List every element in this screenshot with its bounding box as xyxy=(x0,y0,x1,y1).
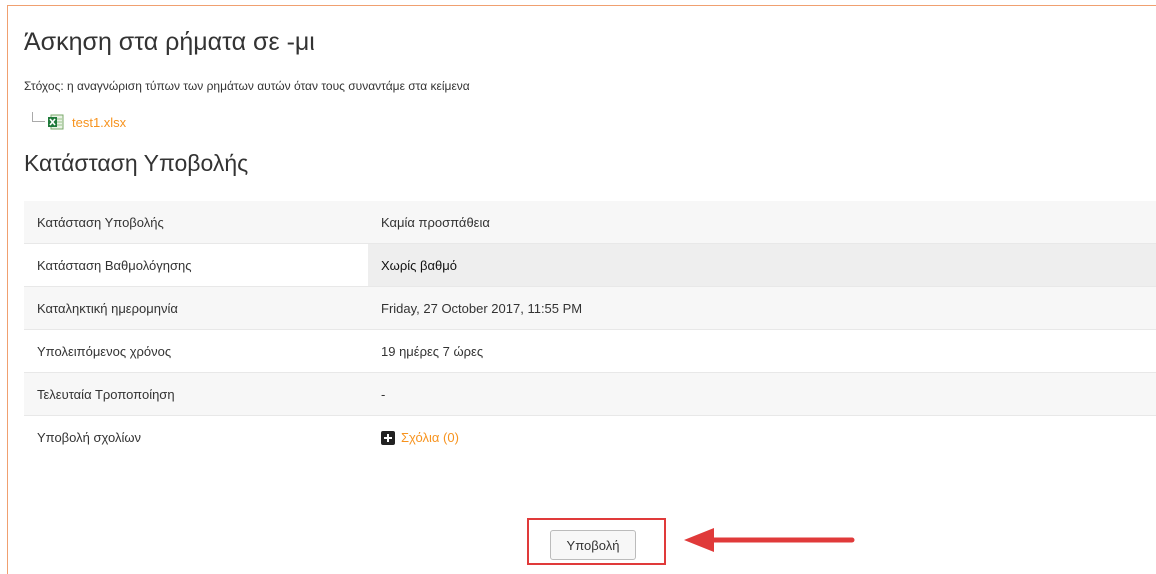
submit-button[interactable]: Υποβολή xyxy=(550,530,636,560)
attachment-link[interactable]: test1.xlsx xyxy=(72,115,126,130)
table-row: Κατάσταση Υποβολής Καμία προσπάθεια xyxy=(24,201,1156,244)
table-row: Καταληκτική ημερομηνία Friday, 27 Octobe… xyxy=(24,286,1156,330)
grading-status-value: Χωρίς βαθμό xyxy=(368,243,1156,287)
table-row: Κατάσταση Βαθμολόγησης Χωρίς βαθμό xyxy=(24,243,1156,287)
row-value: Καμία προσπάθεια xyxy=(368,201,1156,244)
page-title: Άσκηση στα ρήματα σε -μι xyxy=(24,28,315,56)
comments-link[interactable]: Σχόλια (0) xyxy=(401,430,459,445)
tree-connector xyxy=(32,112,45,122)
comments-toggle[interactable]: Σχόλια (0) xyxy=(381,430,1156,445)
row-label: Υποβολή σχολίων xyxy=(24,415,368,508)
row-label: Καταληκτική ημερομηνία xyxy=(24,286,368,330)
table-row: Υπολειπόμενος χρόνος 19 ημέρες 7 ώρες xyxy=(24,329,1156,373)
attachment-row: test1.xlsx xyxy=(32,111,126,133)
excel-file-icon xyxy=(48,114,64,130)
table-row: Υποβολή σχολίων Σχόλια (0) xyxy=(24,415,1156,508)
row-value: Friday, 27 October 2017, 11:55 PM xyxy=(368,286,1156,330)
table-row: Τελευταία Τροποποίηση - xyxy=(24,372,1156,416)
row-label: Τελευταία Τροποποίηση xyxy=(24,372,368,416)
plus-square-icon[interactable] xyxy=(381,430,395,445)
assignment-description: Στόχος: η αναγνώριση τύπων των ρημάτων α… xyxy=(24,79,470,93)
row-value: 19 ημέρες 7 ώρες xyxy=(368,329,1156,373)
row-label: Κατάσταση Βαθμολόγησης xyxy=(24,243,368,287)
submission-status-table: Κατάσταση Υποβολής Καμία προσπάθεια Κατά… xyxy=(24,201,1156,508)
annotation-arrow-icon xyxy=(684,528,855,552)
row-label: Υπολειπόμενος χρόνος xyxy=(24,329,368,373)
row-label: Κατάσταση Υποβολής xyxy=(24,201,368,244)
submission-status-heading: Κατάσταση Υποβολής xyxy=(24,150,249,176)
comments-cell: Σχόλια (0) xyxy=(368,415,1156,508)
row-value: - xyxy=(368,372,1156,416)
